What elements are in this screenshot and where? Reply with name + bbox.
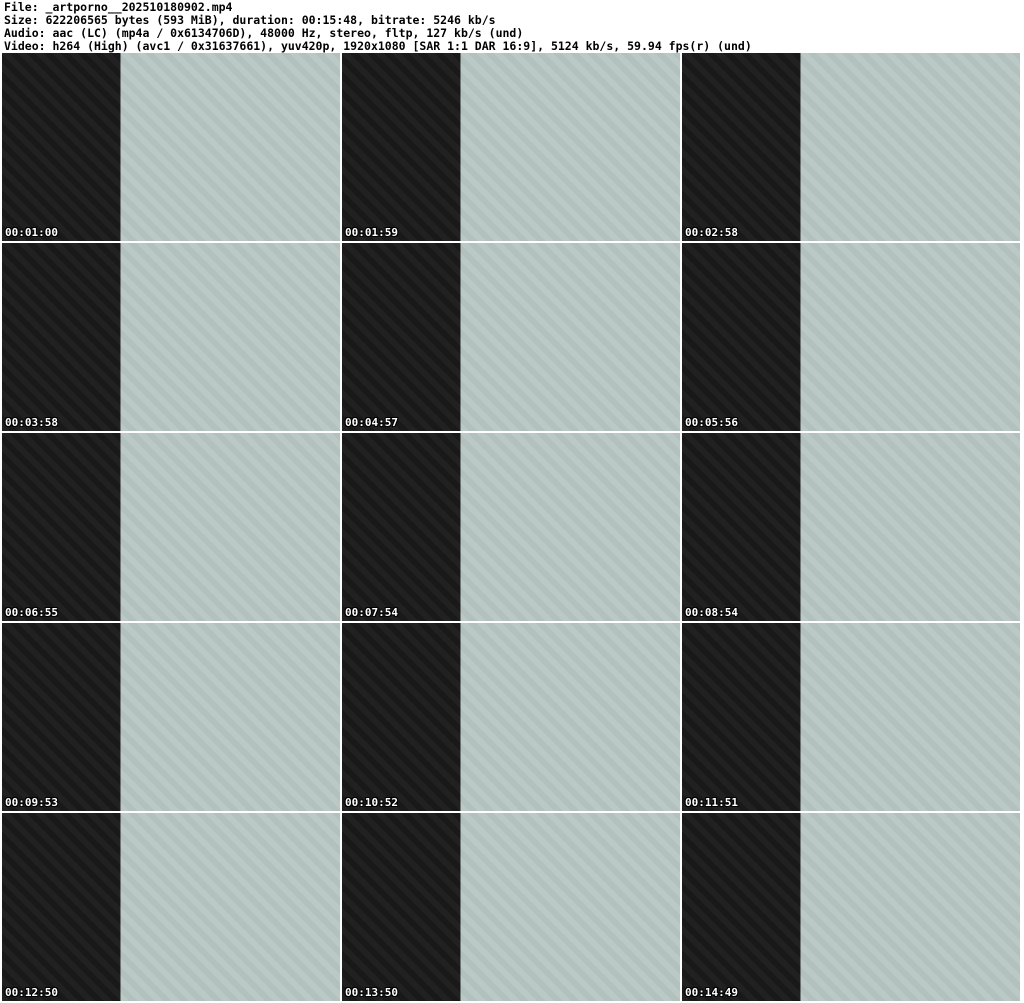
timestamp: 00:10:52 — [345, 796, 398, 809]
video-thumbnail: 00:03:58 — [2, 243, 340, 431]
video-thumbnail: 00:11:51 — [682, 623, 1020, 811]
video-thumbnail: 00:01:00 — [2, 53, 340, 241]
thumbnail-placeholder — [682, 53, 1020, 241]
timestamp: 00:13:50 — [345, 986, 398, 999]
thumbnail-placeholder — [2, 813, 340, 1001]
video-thumbnail: 00:01:59 — [342, 53, 680, 241]
thumbnail-placeholder — [342, 53, 680, 241]
timestamp: 00:01:59 — [345, 226, 398, 239]
thumbnail-placeholder — [342, 433, 680, 621]
timestamp: 00:12:50 — [5, 986, 58, 999]
timestamp: 00:07:54 — [345, 606, 398, 619]
video-thumbnail: 00:04:57 — [342, 243, 680, 431]
video-info: Video: h264 (High) (avc1 / 0x31637661), … — [4, 39, 752, 53]
timestamp: 00:03:58 — [5, 416, 58, 429]
file-info-header: File: _artporno__202510180902.mp4 Size: … — [4, 1, 752, 53]
thumbnail-placeholder — [682, 243, 1020, 431]
timestamp: 00:05:56 — [685, 416, 738, 429]
thumbnail-placeholder — [2, 433, 340, 621]
thumbnail-placeholder — [342, 813, 680, 1001]
thumbnail-placeholder — [682, 623, 1020, 811]
video-thumbnail: 00:13:50 — [342, 813, 680, 1001]
video-thumbnail: 00:14:49 — [682, 813, 1020, 1001]
video-thumbnail: 00:10:52 — [342, 623, 680, 811]
timestamp: 00:01:00 — [5, 226, 58, 239]
timestamp: 00:08:54 — [685, 606, 738, 619]
thumbnail-placeholder — [342, 243, 680, 431]
timestamp: 00:06:55 — [5, 606, 58, 619]
timestamp: 00:09:53 — [5, 796, 58, 809]
video-thumbnail: 00:06:55 — [2, 433, 340, 621]
video-thumbnail: 00:02:58 — [682, 53, 1020, 241]
timestamp: 00:02:58 — [685, 226, 738, 239]
thumbnail-placeholder — [2, 623, 340, 811]
video-thumbnail: 00:07:54 — [342, 433, 680, 621]
video-thumbnail: 00:05:56 — [682, 243, 1020, 431]
thumbnail-placeholder — [682, 433, 1020, 621]
thumbnail-placeholder — [2, 53, 340, 241]
video-thumbnail: 00:09:53 — [2, 623, 340, 811]
timestamp: 00:04:57 — [345, 416, 398, 429]
video-thumbnail: 00:12:50 — [2, 813, 340, 1001]
thumbnail-placeholder — [682, 813, 1020, 1001]
timestamp: 00:14:49 — [685, 986, 738, 999]
video-thumbnail: 00:08:54 — [682, 433, 1020, 621]
thumbnail-placeholder — [2, 243, 340, 431]
thumbnail-placeholder — [342, 623, 680, 811]
thumbnail-grid: 00:01:00 00:01:59 00:02:58 00:03:58 00:04:57… — [2, 53, 1020, 1001]
timestamp: 00:11:51 — [685, 796, 738, 809]
